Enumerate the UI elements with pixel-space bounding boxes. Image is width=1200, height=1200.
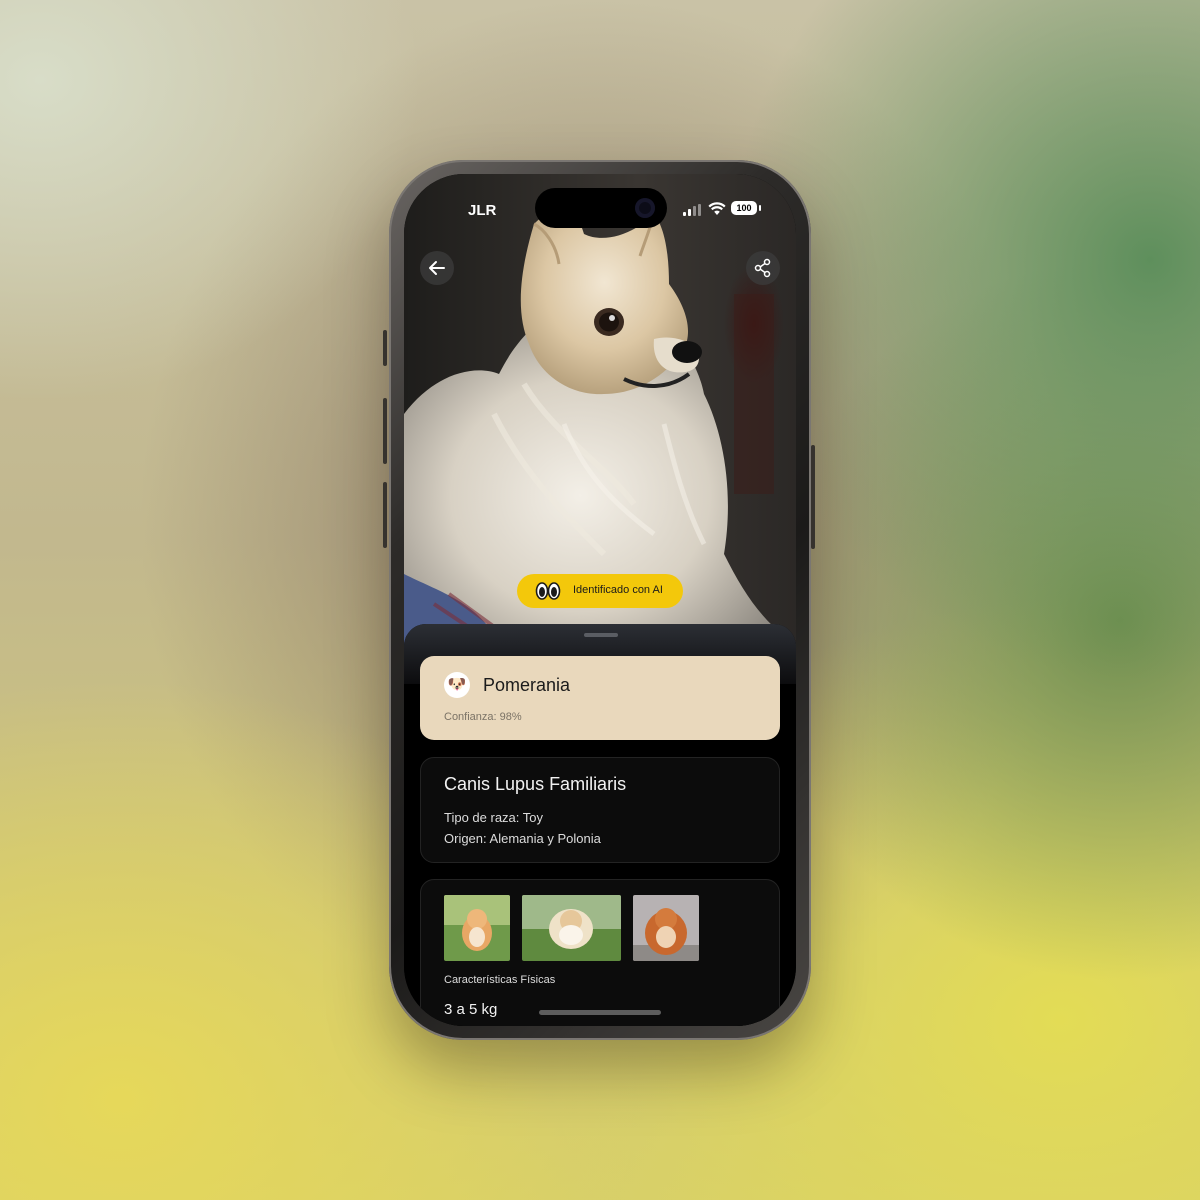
share-button[interactable]	[746, 251, 780, 285]
weight-value: 3 a 5 kg	[444, 1001, 498, 1018]
share-icon	[754, 258, 771, 278]
thumb-image-3	[633, 895, 699, 961]
arrow-left-icon	[429, 261, 445, 275]
battery-indicator: 100	[731, 201, 757, 215]
dog-face-icon: 🐶	[444, 672, 470, 698]
carrier-label: JLR	[468, 202, 497, 219]
app-screen: JLR 100 Identificado con AI 🐶 Pomerania …	[404, 174, 796, 1026]
action-button[interactable]	[383, 330, 387, 366]
breed-type: Tipo de raza: Toy	[444, 810, 543, 825]
breed-origin: Origen: Alemania y Polonia	[444, 831, 601, 846]
breed-info-card: Canis Lupus Familiaris Tipo de raza: Toy…	[420, 757, 780, 863]
volume-up-button[interactable]	[383, 398, 387, 464]
volume-down-button[interactable]	[383, 482, 387, 548]
confidence-label: Confianza: 98%	[444, 711, 522, 723]
thumb-image-1	[444, 895, 510, 961]
status-bar: JLR 100	[404, 174, 796, 234]
pomeranian-orange-photo[interactable]	[633, 895, 699, 961]
breed-name: Pomerania	[483, 675, 571, 695]
pomeranian-lawn-photo[interactable]	[522, 895, 621, 961]
signal-bars-icon	[683, 204, 701, 216]
wifi-icon	[708, 202, 726, 215]
power-button[interactable]	[811, 445, 815, 549]
ai-identified-badge: Identificado con AI	[517, 574, 683, 608]
phone-frame: JLR 100 Identificado con AI 🐶 Pomerania …	[389, 160, 811, 1040]
front-camera-icon	[635, 198, 655, 218]
battery-tip	[759, 205, 761, 211]
sheet-grabber[interactable]	[584, 633, 618, 637]
scientific-name: Canis Lupus Familiaris	[444, 774, 627, 794]
physical-traits-label: Características Físicas	[444, 974, 556, 986]
dynamic-island	[535, 188, 667, 228]
thumb-image-2	[522, 895, 621, 961]
home-indicator[interactable]	[539, 1010, 661, 1015]
pomeranian-grass-photo[interactable]	[444, 895, 510, 961]
ai-badge-label: Identificado con AI	[573, 584, 663, 596]
physical-traits-card: Características Físicas 3 a 5 kg	[420, 879, 780, 1026]
breed-result-card[interactable]: 🐶 Pomerania Confianza: 98%	[420, 656, 780, 740]
back-button[interactable]	[420, 251, 454, 285]
eyes-icon	[535, 582, 561, 600]
results-sheet[interactable]: 🐶 Pomerania Confianza: 98% Canis Lupus F…	[404, 624, 796, 1026]
